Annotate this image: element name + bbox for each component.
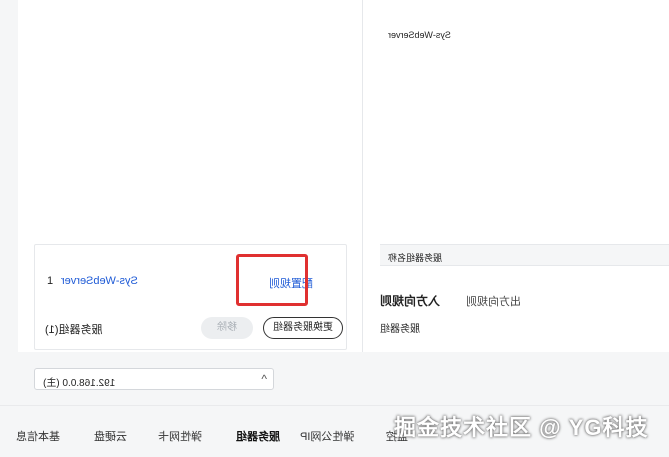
highlight-box (236, 254, 308, 306)
card-footer: 服务器组(1) 移除 更换服务器组 (45, 317, 343, 339)
tab-server-group[interactable]: 服务器组 (236, 428, 280, 444)
chevron-up-icon: ^ (261, 372, 267, 386)
group-bar-label: 服务器组名称 (388, 253, 443, 263)
server-group-count: 服务器组(1) (45, 324, 103, 336)
server-name-link[interactable]: Sys-WebServer (61, 275, 138, 287)
watermark: 掘金技术社区 @ YG科技 (394, 415, 649, 440)
server-title: Sys-WebServer (388, 30, 451, 40)
tab-eip[interactable]: 弹性公网IP (300, 428, 354, 444)
network-select[interactable]: 192.168.0.0 (主) ^ (34, 368, 274, 390)
tab-basic-info[interactable]: 基本信息 (16, 428, 60, 444)
network-select-value: 192.168.0.0 (主) (43, 378, 116, 389)
group-label: 服务器组 (380, 324, 420, 335)
tab-cloud-disk[interactable]: 云硬盘 (94, 428, 127, 444)
tab-outbound[interactable]: 出方向规则 (466, 293, 521, 309)
group-bar: 服务器组名称 (380, 244, 669, 266)
tab-nic[interactable]: 弹性网卡 (158, 428, 202, 444)
tab-inbound[interactable]: 入方向规则 (380, 292, 440, 309)
remove-button[interactable]: 移除 (201, 317, 253, 339)
row-index: 1 (47, 275, 54, 287)
change-server-group-button[interactable]: 更换服务器组 (263, 317, 343, 339)
